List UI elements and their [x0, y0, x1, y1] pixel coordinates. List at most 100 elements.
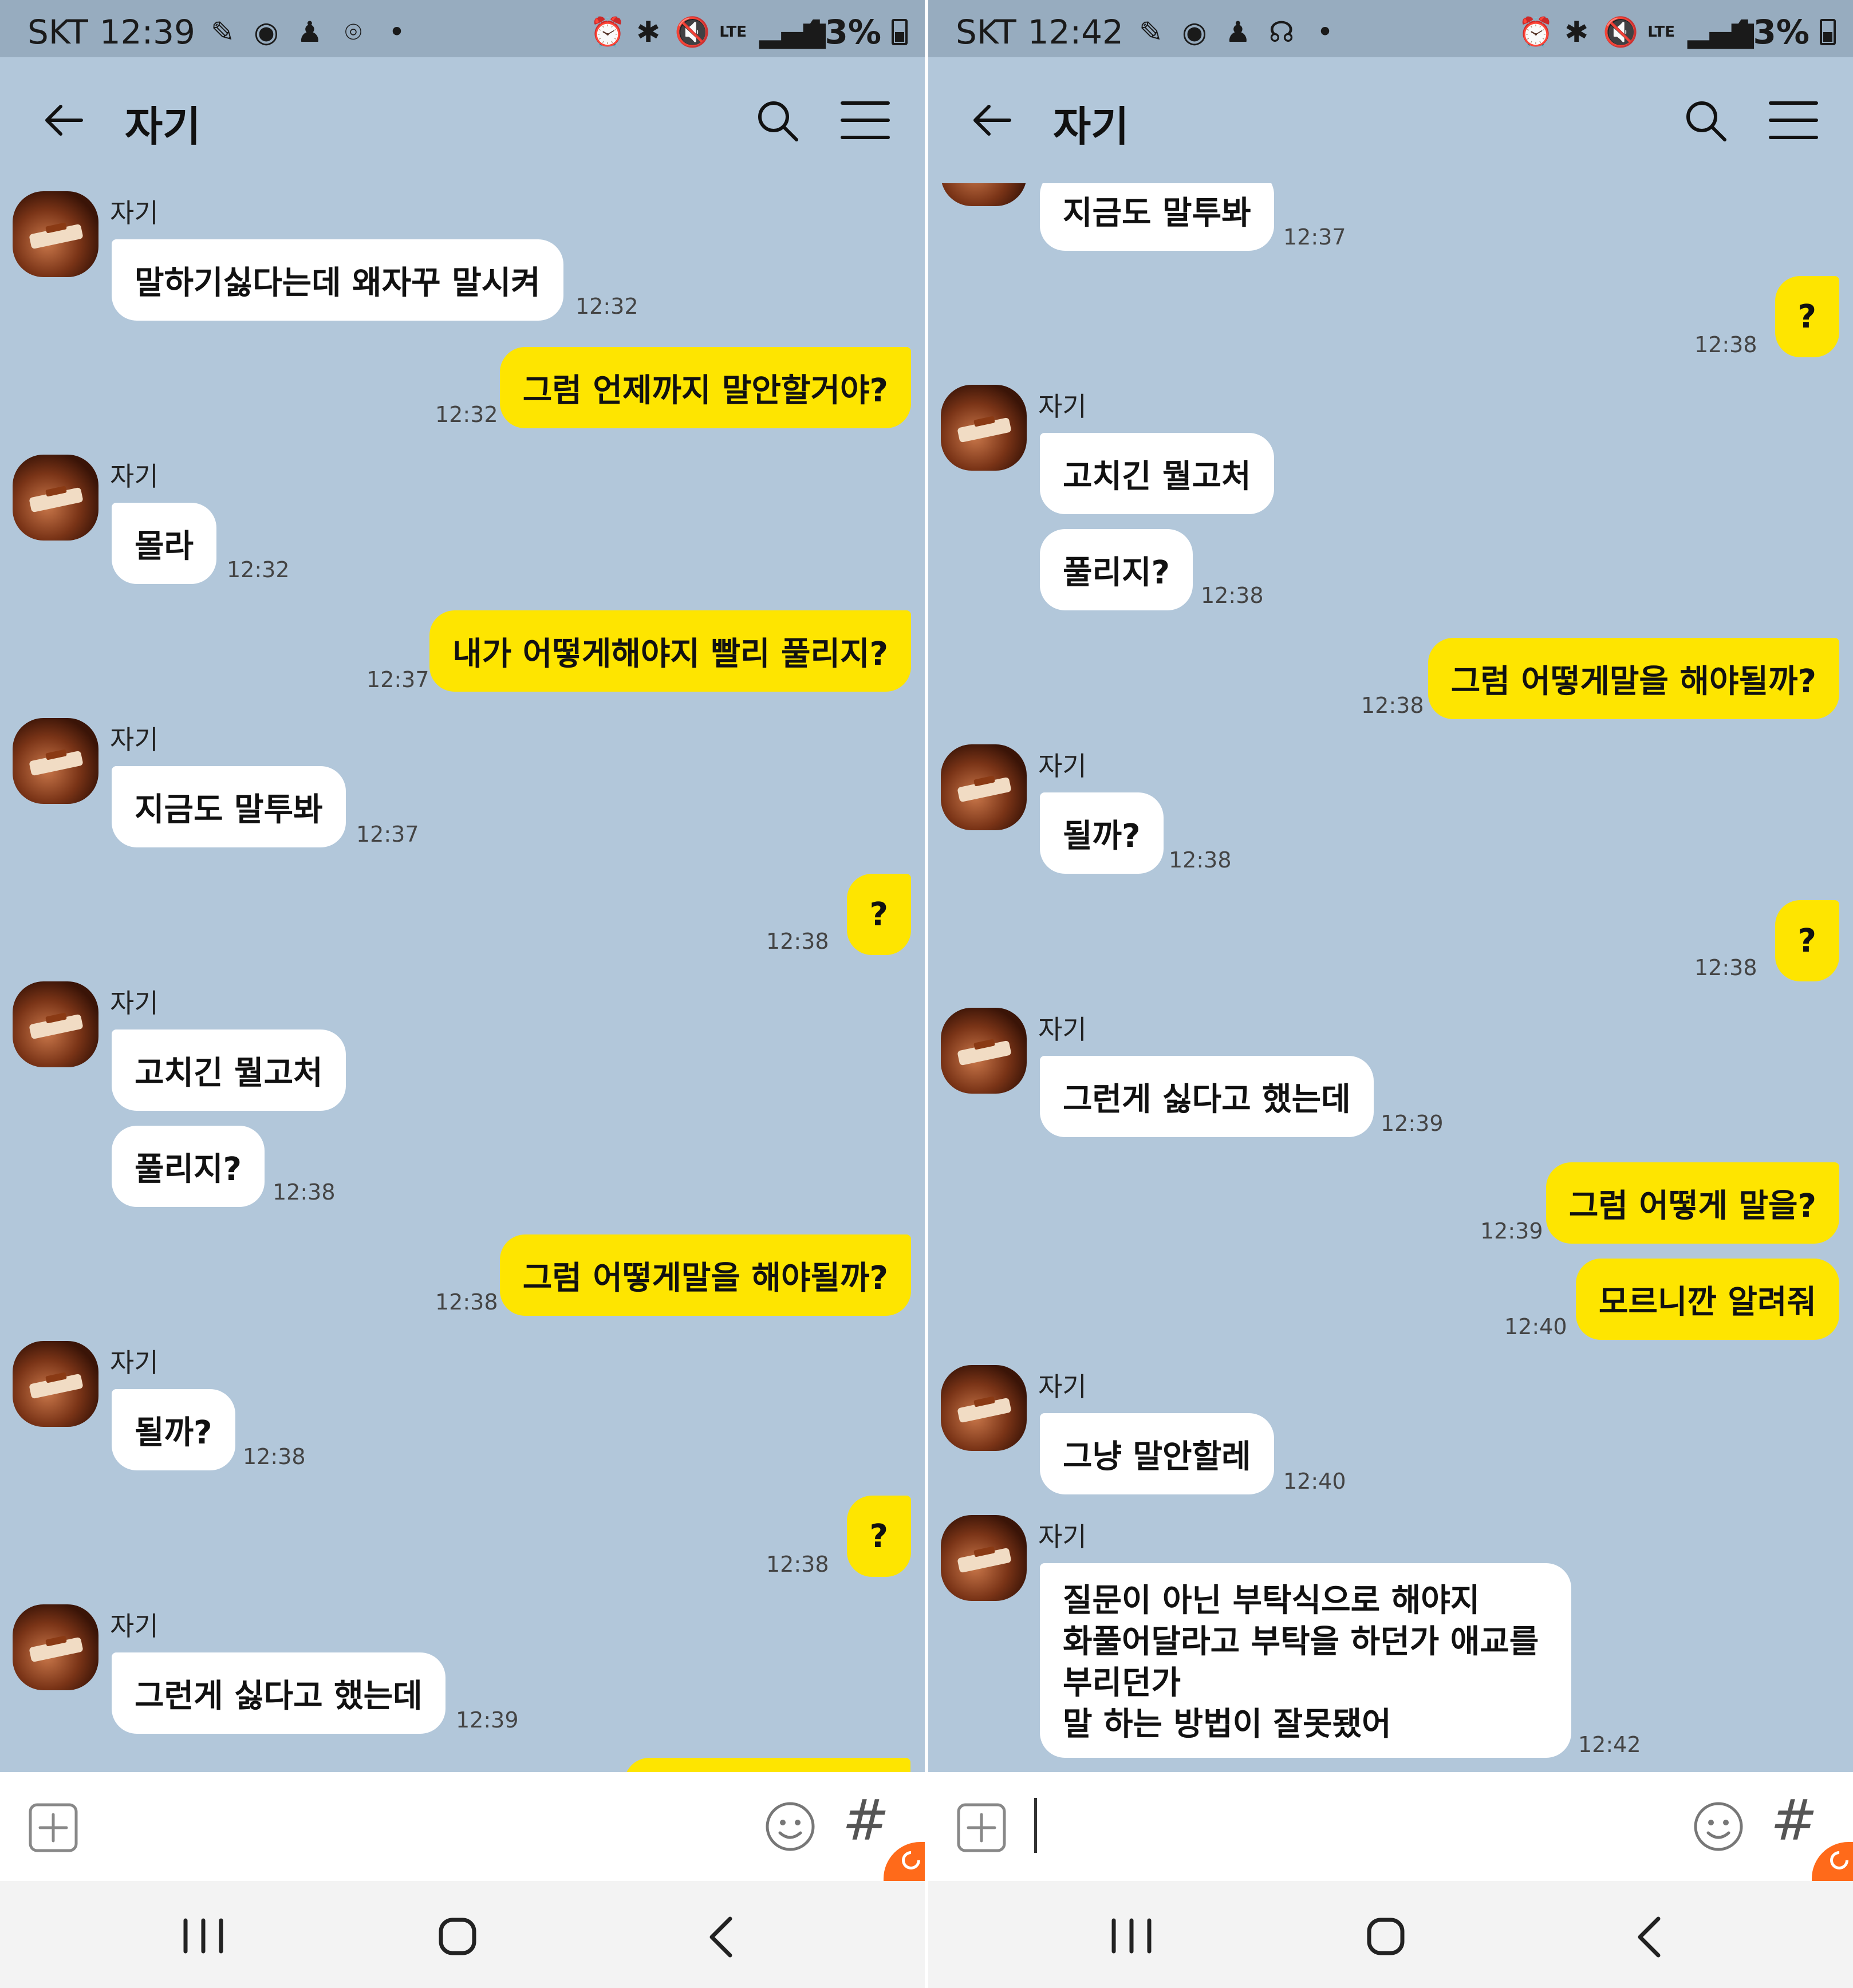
floating-badge-icon[interactable] — [1812, 1842, 1853, 1881]
system-nav-bar — [0, 1881, 925, 1988]
message-time: 12:38 — [766, 1552, 829, 1577]
message-list[interactable]: 자기 말하기싫다는데 왜자꾸 말시켜 12:32 그럼 언제까지 말안할거야? … — [0, 183, 925, 1772]
figure-icon: ♟ — [297, 15, 323, 49]
home-icon[interactable] — [437, 1916, 478, 1957]
menu-icon[interactable] — [840, 98, 890, 142]
battery-icon — [892, 19, 908, 45]
back-icon[interactable] — [701, 1915, 742, 1959]
sent-message[interactable]: 그럼 언제까지 말안할거야? — [499, 347, 911, 428]
sent-message[interactable]: 그럼 어떻게말을 해야될까? — [1428, 638, 1839, 719]
received-message-multiline[interactable]: 질문이 아닌 부탁식으로 해야지 화풀어달라고 부탁을 하던가 애교를 부리던가… — [1040, 1563, 1571, 1758]
message-time: 12:32 — [575, 294, 638, 319]
sent-message[interactable]: 모르니깐 알려줘 — [1575, 1259, 1839, 1340]
avatar[interactable] — [13, 1341, 98, 1427]
status-bar: SKT 12:42 ✎ ◉ ♟ ☊ • ⏰ ✱ 🔇 LTE ▂▄▆ 43% — [928, 0, 1853, 57]
alarm-icon: ⏰ — [590, 15, 626, 49]
avatar[interactable] — [941, 183, 1027, 206]
back-icon[interactable] — [1630, 1915, 1670, 1959]
sender-name: 자기 — [110, 198, 159, 228]
received-message[interactable]: 풀리지? — [112, 1126, 265, 1207]
chat-screen-right: SKT 12:42 ✎ ◉ ♟ ☊ • ⏰ ✱ 🔇 LTE ▂▄▆ 43% 자기… — [928, 0, 1853, 1988]
clock: 12:42 — [1027, 13, 1123, 52]
battery-percent: 43% — [802, 13, 881, 52]
sent-message[interactable]: ? — [846, 1496, 911, 1577]
avatar[interactable] — [13, 191, 98, 277]
hashtag-icon[interactable]: # — [1771, 1788, 1817, 1853]
sender-name: 자기 — [1038, 1014, 1087, 1045]
sent-message[interactable]: 그럼 어떻게말을 해야될까? — [499, 1234, 911, 1316]
message-time: 12:39 — [1381, 1111, 1444, 1136]
chat-screen-left: SKT 12:39 ✎ ◉ ♟ ⌾ • ⏰ ✱ 🔇 LTE ▂▄▆ 43% 자기… — [0, 0, 925, 1988]
back-arrow-icon[interactable] — [969, 97, 1015, 143]
pen-icon: ✎ — [1138, 15, 1163, 49]
mute-icon: 🔇 — [1603, 15, 1639, 49]
message-time: 12:39 — [456, 1707, 519, 1733]
hashtag-icon[interactable]: # — [842, 1788, 889, 1853]
plus-icon[interactable] — [27, 1802, 79, 1853]
received-message[interactable]: 될까? — [1040, 792, 1164, 874]
received-message[interactable]: 지금도 말투봐 — [112, 766, 346, 847]
received-message[interactable]: 그런게 싫다고 했는데 — [112, 1652, 445, 1734]
sender-name: 자기 — [1038, 1371, 1087, 1402]
search-icon[interactable] — [755, 98, 799, 142]
search-icon[interactable] — [1684, 98, 1727, 142]
received-message[interactable]: 풀리지? — [1040, 529, 1193, 610]
message-time: 12:39 — [1480, 1218, 1543, 1244]
recent-apps-icon[interactable] — [178, 1918, 229, 1954]
message-time: 12:32 — [227, 557, 290, 582]
received-message[interactable]: 고치긴 뭘고처 — [112, 1030, 346, 1111]
message-line: 말 하는 방법이 잘못됐어 — [1063, 1706, 1391, 1743]
plus-icon[interactable] — [956, 1802, 1007, 1853]
chat-header: 자기 — [928, 57, 1853, 183]
emoji-icon[interactable] — [764, 1801, 816, 1852]
sender-name: 자기 — [110, 988, 159, 1019]
status-bar: SKT 12:39 ✎ ◉ ♟ ⌾ • ⏰ ✱ 🔇 LTE ▂▄▆ 43% — [0, 0, 925, 57]
dot-icon: • — [1316, 15, 1334, 49]
avatar[interactable] — [13, 718, 98, 804]
emoji-icon[interactable] — [1693, 1801, 1744, 1852]
sent-message[interactable]: 내가 어떻게해야지 빨리 풀리지? — [429, 610, 911, 692]
message-time: 12:40 — [1504, 1314, 1567, 1339]
dot-icon: • — [388, 15, 405, 49]
avatar[interactable] — [13, 981, 98, 1067]
figure-icon: ♟ — [1225, 15, 1251, 49]
avatar[interactable] — [941, 1515, 1027, 1601]
back-arrow-icon[interactable] — [41, 97, 87, 143]
avatar[interactable] — [13, 455, 98, 541]
avatar[interactable] — [13, 1604, 98, 1690]
floating-badge-icon[interactable] — [884, 1842, 925, 1881]
message-time: 12:38 — [1694, 955, 1757, 980]
home-icon[interactable] — [1366, 1916, 1406, 1957]
received-message[interactable]: 몰라 — [112, 503, 217, 584]
received-message[interactable]: 말하기싫다는데 왜자꾸 말시켜 — [112, 239, 563, 321]
sender-name: 자기 — [110, 1347, 159, 1378]
clock: 12:39 — [99, 13, 195, 52]
sent-message[interactable]: ? — [846, 874, 911, 955]
alarm-icon: ⏰ — [1518, 15, 1554, 49]
sent-message[interactable]: ? — [1775, 276, 1839, 357]
menu-icon[interactable] — [1768, 98, 1819, 142]
chat-title: 자기 — [125, 102, 201, 151]
sent-message[interactable]: 그럼 어떻게 말을? — [1546, 1162, 1839, 1244]
avatar[interactable] — [941, 1365, 1027, 1451]
message-line: 화풀어달라고 부탁을 하던가 애교를 — [1063, 1623, 1539, 1660]
text-input-caret[interactable] — [1034, 1798, 1037, 1853]
sent-message-partial[interactable] — [624, 1758, 910, 1772]
received-message[interactable]: 그냥 말안할레 — [1040, 1413, 1274, 1494]
avatar[interactable] — [941, 385, 1027, 471]
avatar[interactable] — [941, 744, 1027, 830]
message-list[interactable]: 지금도 말투봐 12:37 ? 12:38 자기 고치긴 뭘고처 풀리지? 12… — [928, 183, 1853, 1772]
mute-icon: 🔇 — [675, 15, 711, 49]
message-time: 12:38 — [273, 1180, 336, 1205]
sent-message[interactable]: ? — [1775, 900, 1839, 981]
pen-icon: ✎ — [210, 15, 235, 49]
message-time: 12:38 — [766, 929, 829, 954]
received-message[interactable]: 고치긴 뭘고처 — [1040, 433, 1274, 514]
avatar[interactable] — [941, 1008, 1027, 1094]
received-message[interactable]: 그런게 싫다고 했는데 — [1040, 1056, 1374, 1137]
battery-percent: 43% — [1730, 13, 1809, 52]
carrier-label: SKT — [27, 13, 88, 52]
received-message[interactable]: 지금도 말투봐 — [1040, 183, 1274, 251]
received-message[interactable]: 될까? — [112, 1389, 235, 1470]
recent-apps-icon[interactable] — [1106, 1918, 1157, 1954]
